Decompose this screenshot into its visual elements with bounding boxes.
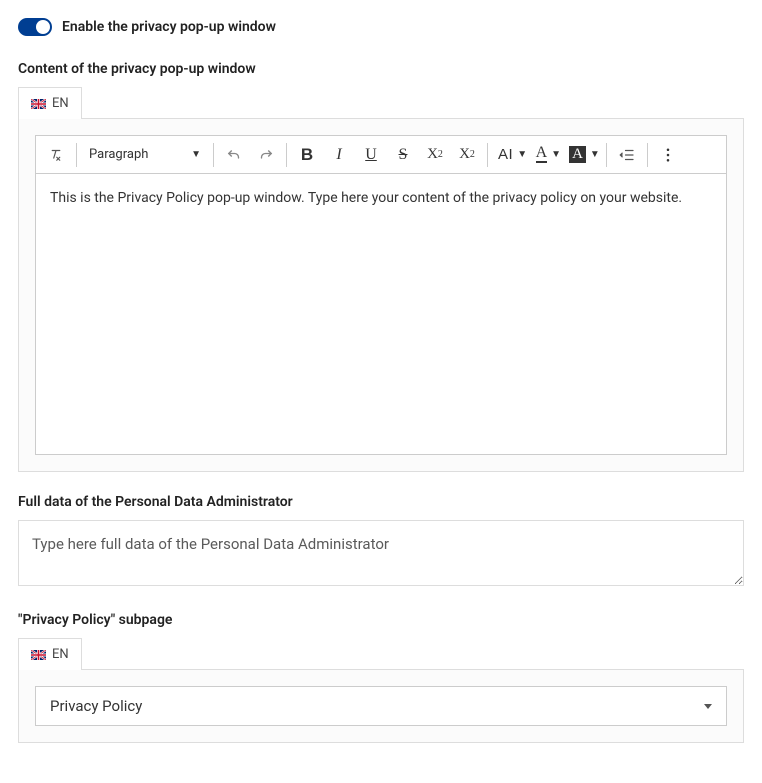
text-color-button[interactable]: A ▼ bbox=[530, 139, 563, 171]
subpage-panel: Privacy Policy bbox=[18, 669, 744, 743]
strikethrough-button[interactable]: S bbox=[387, 139, 419, 171]
admin-label: Full data of the Personal Data Administr… bbox=[18, 494, 744, 510]
subpage-dropdown[interactable]: Privacy Policy bbox=[35, 686, 727, 726]
superscript-2: 2 bbox=[470, 149, 475, 160]
subpage-lang-label: EN bbox=[52, 647, 69, 662]
separator bbox=[76, 143, 77, 167]
separator bbox=[487, 143, 488, 167]
case-button[interactable]: AI ▼ bbox=[492, 139, 530, 171]
outdent-button[interactable] bbox=[611, 139, 643, 171]
italic-button[interactable]: I bbox=[323, 139, 355, 171]
content-label: Content of the privacy pop-up window bbox=[18, 61, 744, 77]
subscript-2: 2 bbox=[438, 149, 443, 160]
flag-gb-icon bbox=[31, 650, 46, 660]
separator bbox=[647, 143, 648, 167]
superscript-x: X bbox=[459, 146, 470, 163]
superscript-button[interactable]: X2 bbox=[451, 139, 483, 171]
separator bbox=[286, 143, 287, 167]
more-options-button[interactable] bbox=[652, 139, 684, 171]
case-label: AI bbox=[498, 146, 513, 163]
subpage-label: "Privacy Policy" subpage bbox=[18, 612, 744, 628]
chevron-down-icon: ▼ bbox=[590, 149, 600, 160]
editor-content[interactable]: This is the Privacy Policy pop-up window… bbox=[36, 174, 726, 454]
bold-button[interactable]: B bbox=[291, 139, 323, 171]
subscript-button[interactable]: X2 bbox=[419, 139, 451, 171]
paragraph-dropdown[interactable]: Paragraph ▼ bbox=[81, 139, 209, 171]
lang-tab-en[interactable]: EN bbox=[18, 87, 82, 119]
editor-toolbar: Paragraph ▼ B I bbox=[36, 136, 726, 174]
caret-down-icon bbox=[704, 704, 712, 709]
redo-button[interactable] bbox=[250, 139, 282, 171]
separator bbox=[606, 143, 607, 167]
underline-button[interactable]: U bbox=[355, 139, 387, 171]
chevron-down-icon: ▼ bbox=[551, 149, 561, 160]
paragraph-label: Paragraph bbox=[89, 147, 148, 162]
enable-toggle-label: Enable the privacy pop-up window bbox=[62, 19, 276, 35]
enable-toggle[interactable] bbox=[18, 18, 52, 36]
separator bbox=[213, 143, 214, 167]
lang-tab-label: EN bbox=[52, 96, 69, 111]
chevron-down-icon: ▼ bbox=[191, 149, 201, 160]
rich-text-editor: Paragraph ▼ B I bbox=[35, 135, 727, 455]
subpage-lang-tab-en[interactable]: EN bbox=[18, 638, 82, 670]
background-color-button[interactable]: A ▼ bbox=[563, 139, 602, 171]
text-color-a: A bbox=[536, 146, 548, 162]
bg-color-a: A bbox=[569, 146, 586, 163]
subpage-selected: Privacy Policy bbox=[50, 697, 142, 715]
subscript-x: X bbox=[427, 146, 438, 163]
chevron-down-icon: ▼ bbox=[517, 149, 527, 160]
flag-gb-icon bbox=[31, 99, 46, 109]
undo-button[interactable] bbox=[218, 139, 250, 171]
admin-data-textarea[interactable] bbox=[18, 520, 744, 586]
content-panel: Paragraph ▼ B I bbox=[18, 118, 744, 472]
clear-formatting-button[interactable] bbox=[40, 139, 72, 171]
